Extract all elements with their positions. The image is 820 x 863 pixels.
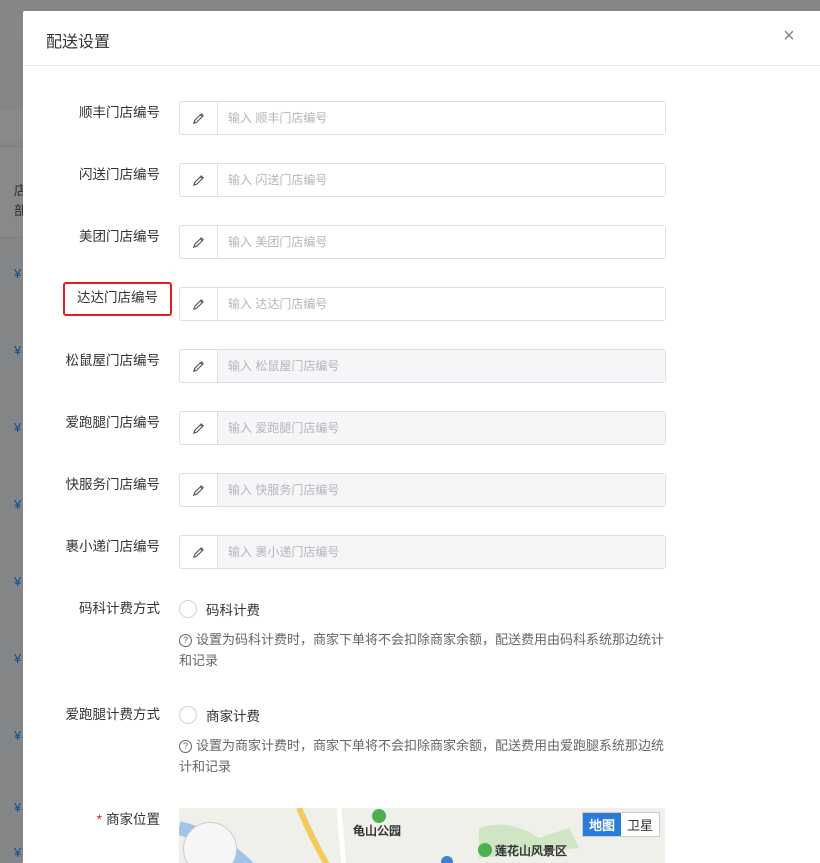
radio-circle[interactable] xyxy=(179,600,197,618)
map-mode-button[interactable]: 地图 xyxy=(582,813,621,836)
delivery-settings-modal: 配送设置 × 顺丰门店编号 闪送门店编号 美团门店编号 达 xyxy=(23,11,820,863)
pencil-icon xyxy=(180,102,218,134)
songshuwu-store-input-group xyxy=(179,349,666,383)
kuaifuwu-store-input[interactable] xyxy=(218,474,665,506)
dada-store-input-group xyxy=(179,287,666,321)
map-place-label: 龟山公园 xyxy=(353,824,402,838)
modal-title: 配送设置 xyxy=(46,34,111,51)
field-label: 爱跑腿门店编号 xyxy=(65,415,161,430)
guoxiaodi-store-input[interactable] xyxy=(218,536,665,568)
satellite-mode-button[interactable]: 卫星 xyxy=(621,813,659,836)
field-label-highlighted: 达达门店编号 xyxy=(63,282,172,316)
modal-header: 配送设置 × xyxy=(23,11,820,66)
maku-billing-hint: ? 设置为码科计费时，商家下单将不会扣除商家余额，配送费用由码科系统那边统计和记录 xyxy=(179,629,669,671)
shansong-store-input-group xyxy=(179,163,666,197)
field-label: 顺丰门店编号 xyxy=(79,105,160,120)
field-label: 码科计费方式 xyxy=(79,601,160,616)
hint-text: 设置为码科计费时，商家下单将不会扣除商家余额，配送费用由码科系统那边统计和记录 xyxy=(179,632,665,668)
meituan-store-input[interactable] xyxy=(218,226,665,258)
pencil-icon xyxy=(180,350,218,382)
aipaotui-store-input[interactable] xyxy=(218,412,665,444)
meituan-store-input-group xyxy=(179,225,666,259)
maku-billing-radio[interactable]: 码科计费 xyxy=(179,597,260,621)
map-place-label: 莲花山风景区 xyxy=(495,844,568,858)
field-label: 美团门店编号 xyxy=(79,229,160,244)
required-mark: * xyxy=(96,812,102,827)
question-circle-icon: ? xyxy=(179,740,192,753)
sf-store-input[interactable] xyxy=(218,102,665,134)
location-label-text: 商家位置 xyxy=(106,812,160,827)
close-icon[interactable]: × xyxy=(778,25,800,47)
field-label: 松鼠屋门店编号 xyxy=(65,353,161,368)
songshuwu-store-input[interactable] xyxy=(218,350,665,382)
radio-circle[interactable] xyxy=(179,706,197,724)
pencil-icon xyxy=(180,412,218,444)
radio-label: 码科计费 xyxy=(206,603,260,618)
aipaotui-store-input-group xyxy=(179,411,666,445)
field-label: 裹小递门店编号 xyxy=(65,539,161,554)
kuaifuwu-store-input-group xyxy=(179,473,666,507)
map-type-toggle: 地图 卫星 xyxy=(581,812,660,837)
question-circle-icon: ? xyxy=(179,634,192,647)
guoxiaodi-store-input-group xyxy=(179,535,666,569)
pencil-icon xyxy=(180,164,218,196)
pencil-icon xyxy=(180,536,218,568)
aipaotui-billing-hint: ? 设置为商家计费时，商家下单将不会扣除商家余额，配送费用由爱跑腿系统那边统计和记… xyxy=(179,735,669,777)
pencil-icon xyxy=(180,226,218,258)
field-label: 快服务门店编号 xyxy=(65,477,161,492)
location-label: * 商家位置 xyxy=(97,808,160,842)
field-label: 爱跑腿计费方式 xyxy=(65,707,161,722)
shansong-store-input[interactable] xyxy=(218,164,665,196)
hint-text: 设置为商家计费时，商家下单将不会扣除商家余额，配送费用由爱跑腿系统那边统计和记录 xyxy=(179,738,665,774)
pencil-icon xyxy=(180,288,218,320)
sf-store-input-group xyxy=(179,101,666,135)
location-map[interactable]: 龟山公园 莲花山风景区 地图 卫星 xyxy=(179,808,665,863)
field-label: 闪送门店编号 xyxy=(79,167,160,182)
radio-label: 商家计费 xyxy=(206,709,260,724)
merchant-billing-radio[interactable]: 商家计费 xyxy=(179,703,260,727)
dada-store-input[interactable] xyxy=(218,288,665,320)
pencil-icon xyxy=(180,474,218,506)
